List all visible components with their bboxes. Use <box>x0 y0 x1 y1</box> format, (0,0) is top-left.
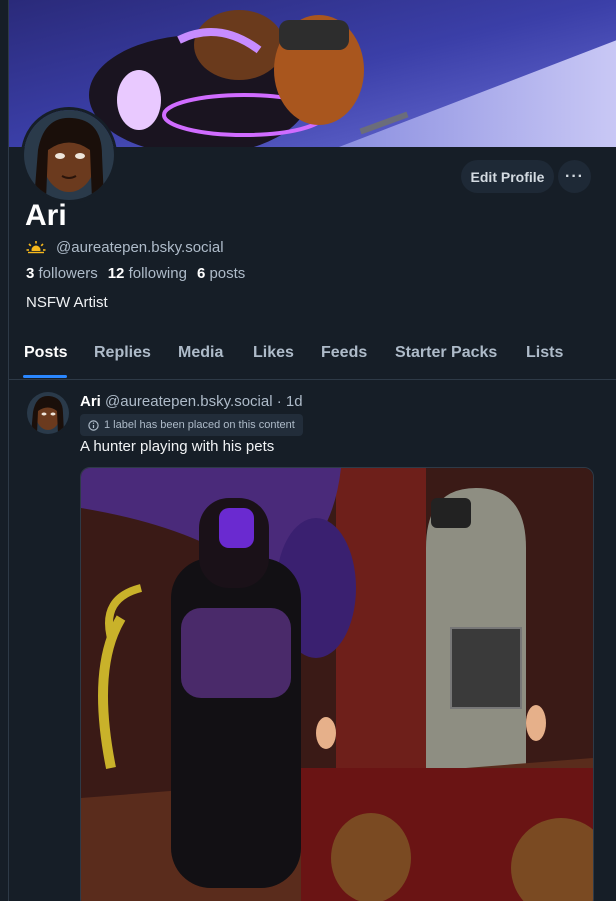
profile-page: Edit Profile ··· Ari @aureatepen.bsky.so… <box>8 0 616 901</box>
tab-starter-packs[interactable]: Starter Packs <box>395 344 497 362</box>
edit-profile-button[interactable]: Edit Profile <box>461 160 554 193</box>
info-icon <box>88 419 99 431</box>
following-stat[interactable]: 12 following <box>108 265 187 282</box>
profile-stats: 3 followers 12 following 6 posts <box>26 265 245 282</box>
edit-profile-label: Edit Profile <box>470 168 545 185</box>
followers-label: followers <box>38 265 98 282</box>
sun-icon <box>26 241 46 254</box>
posts-label: posts <box>209 265 246 282</box>
more-icon: ··· <box>565 167 584 185</box>
label-notice-text: 1 label has been placed on this content <box>104 419 295 431</box>
followers-count: 3 <box>26 265 35 282</box>
profile-tabs: Posts Replies Media Likes Feeds Starter … <box>9 333 616 380</box>
following-label: following <box>128 265 187 282</box>
posts-count: 6 <box>196 265 206 282</box>
tab-likes[interactable]: Likes <box>253 344 294 362</box>
post-header: Ari @aureatepen.bsky.social · 1d <box>80 393 303 410</box>
profile-handle: @aureatepen.bsky.social <box>56 238 224 256</box>
avatar-portrait <box>24 110 114 200</box>
post-avatar[interactable] <box>27 392 69 434</box>
profile-bio: NSFW Artist <box>26 294 108 311</box>
active-tab-indicator <box>23 375 67 378</box>
followers-stat[interactable]: 3 followers <box>26 265 98 282</box>
post-author[interactable]: Ari <box>80 393 101 410</box>
post-artwork <box>81 468 593 901</box>
profile-name: Ari <box>25 199 67 232</box>
more-options-button[interactable]: ··· <box>558 160 591 193</box>
tab-lists[interactable]: Lists <box>526 344 563 362</box>
handle-row: @aureatepen.bsky.social <box>26 237 224 257</box>
tab-feeds[interactable]: Feeds <box>321 344 367 362</box>
post-text: A hunter playing with his pets <box>80 438 275 455</box>
following-count: 12 <box>107 265 125 282</box>
profile-avatar[interactable] <box>21 107 117 203</box>
tab-media[interactable]: Media <box>178 344 223 362</box>
posts-stat: 6 posts <box>197 265 245 282</box>
post-image[interactable] <box>80 467 594 901</box>
content-label-notice[interactable]: 1 label has been placed on this content <box>80 414 303 436</box>
post-handle[interactable]: @aureatepen.bsky.social <box>105 393 273 410</box>
post-time[interactable]: · 1d <box>277 393 303 410</box>
tab-posts[interactable]: Posts <box>24 344 68 362</box>
tab-replies[interactable]: Replies <box>94 344 151 362</box>
post-avatar-portrait <box>27 392 69 434</box>
